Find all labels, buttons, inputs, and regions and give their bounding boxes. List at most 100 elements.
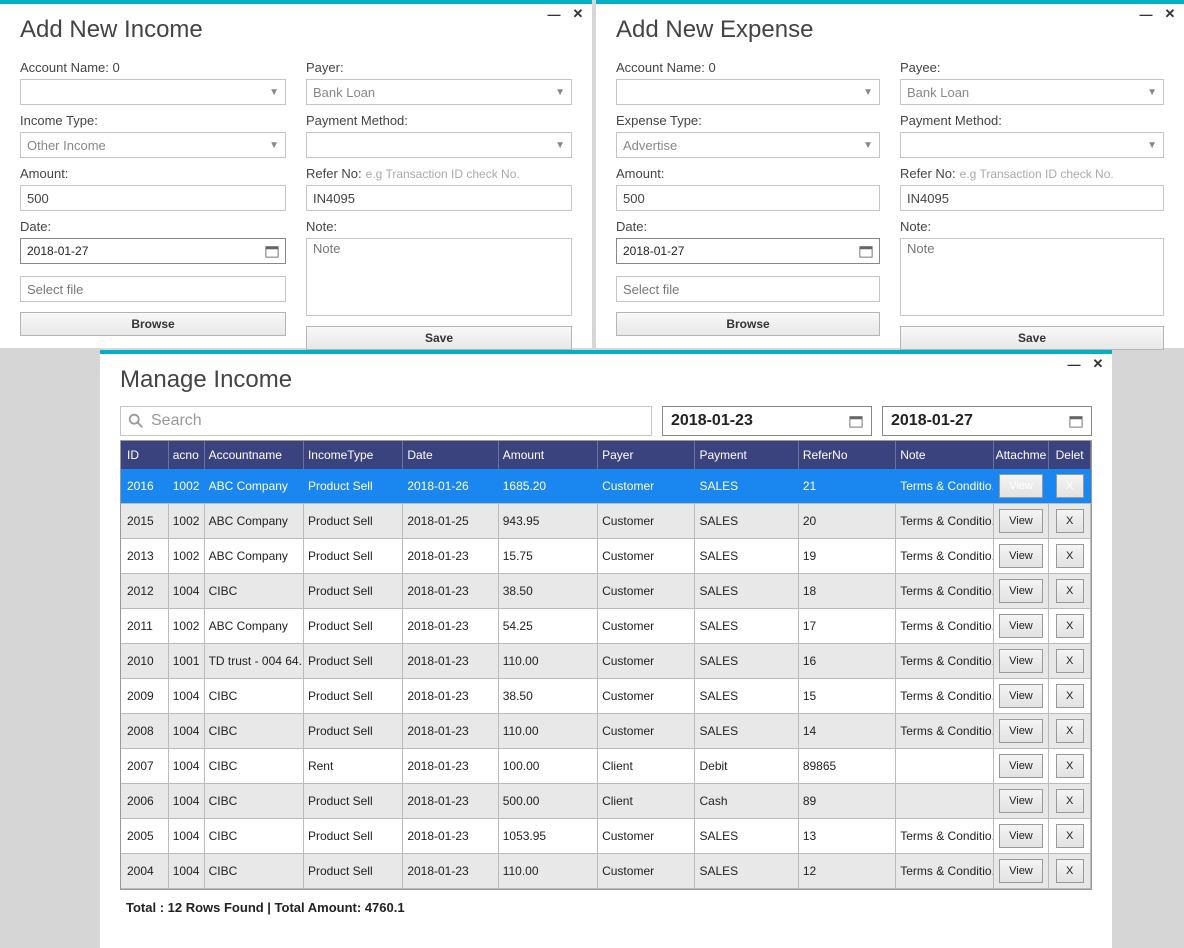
delete-button[interactable]: X — [1056, 614, 1084, 638]
minimize-button[interactable]: — — [1138, 6, 1154, 22]
table-row[interactable]: 20091004CIBCProduct Sell2018-01-2338.50C… — [121, 679, 1091, 714]
delete-button[interactable]: X — [1056, 684, 1084, 708]
view-button[interactable]: View — [999, 509, 1043, 533]
col-acno[interactable]: acno — [169, 441, 205, 469]
payer-combo[interactable]: Bank Loan▼ — [306, 79, 572, 105]
income-type-combo[interactable]: Other Income▼ — [20, 132, 286, 158]
cell-payer: Customer — [598, 714, 695, 748]
amount-input[interactable] — [616, 185, 880, 211]
delete-button[interactable]: X — [1056, 859, 1084, 883]
cell-note: Terms & Conditio... — [896, 819, 993, 853]
search-input[interactable]: Search — [120, 406, 652, 436]
col-incometype[interactable]: IncomeType — [304, 441, 403, 469]
account-name-combo[interactable]: ▼ — [20, 79, 286, 105]
view-button[interactable]: View — [999, 474, 1043, 498]
close-button[interactable]: ✕ — [1162, 6, 1178, 22]
payment-method-combo[interactable]: ▼ — [306, 132, 572, 158]
cell-accountname: CIBC — [205, 749, 304, 783]
expense-type-combo[interactable]: Advertise▼ — [616, 132, 880, 158]
col-referno[interactable]: ReferNo — [799, 441, 896, 469]
browse-button[interactable]: Browse — [616, 312, 880, 336]
view-button[interactable]: View — [999, 789, 1043, 813]
table-row[interactable]: 20161002ABC CompanyProduct Sell2018-01-2… — [121, 469, 1091, 504]
close-button[interactable]: ✕ — [1090, 356, 1106, 372]
save-button[interactable]: Save — [306, 326, 572, 350]
delete-button[interactable]: X — [1056, 824, 1084, 848]
account-name-combo[interactable]: ▼ — [616, 79, 880, 105]
note-textarea[interactable] — [900, 238, 1164, 316]
table-row[interactable]: 20051004CIBCProduct Sell2018-01-231053.9… — [121, 819, 1091, 854]
cell-delete: X — [1049, 469, 1091, 503]
col-id[interactable]: ID — [121, 441, 169, 469]
cell-payer: Customer — [598, 574, 695, 608]
payment-method-combo[interactable]: ▼ — [900, 132, 1164, 158]
cell-id: 2004 — [121, 854, 169, 888]
table-row[interactable]: 20081004CIBCProduct Sell2018-01-23110.00… — [121, 714, 1091, 749]
cell-accountname: CIBC — [205, 714, 304, 748]
table-row[interactable]: 20151002ABC CompanyProduct Sell2018-01-2… — [121, 504, 1091, 539]
date-input[interactable]: 2018-01-27 — [20, 238, 286, 264]
cell-amount: 15.75 — [499, 539, 598, 573]
minimize-button[interactable]: — — [546, 6, 562, 22]
delete-button[interactable]: X — [1056, 509, 1084, 533]
cell-amount: 100.00 — [499, 749, 598, 783]
view-button[interactable]: View — [999, 649, 1043, 673]
table-row[interactable]: 20121004CIBCProduct Sell2018-01-2338.50C… — [121, 574, 1091, 609]
col-amount[interactable]: Amount — [499, 441, 598, 469]
table-row[interactable]: 20041004CIBCProduct Sell2018-01-23110.00… — [121, 854, 1091, 889]
view-button[interactable]: View — [999, 859, 1043, 883]
cell-delete: X — [1049, 749, 1091, 783]
col-attachment[interactable]: Attachme — [994, 441, 1050, 469]
view-button[interactable]: View — [999, 684, 1043, 708]
delete-button[interactable]: X — [1056, 649, 1084, 673]
date-to-input[interactable]: 2018-01-27 — [882, 406, 1092, 436]
view-button[interactable]: View — [999, 824, 1043, 848]
col-delete[interactable]: Delet — [1049, 441, 1091, 469]
cell-amount: 110.00 — [499, 714, 598, 748]
view-button[interactable]: View — [999, 614, 1043, 638]
cell-note: Terms & Conditio... — [896, 854, 993, 888]
col-payment[interactable]: Payment — [695, 441, 798, 469]
table-row[interactable]: 20131002ABC CompanyProduct Sell2018-01-2… — [121, 539, 1091, 574]
refer-no-input[interactable] — [900, 185, 1164, 211]
cell-id: 2012 — [121, 574, 169, 608]
delete-button[interactable]: X — [1056, 754, 1084, 778]
note-textarea[interactable] — [306, 238, 572, 316]
save-button[interactable]: Save — [900, 326, 1164, 350]
payee-combo[interactable]: Bank Loan▼ — [900, 79, 1164, 105]
cell-amount: 500.00 — [499, 784, 598, 818]
view-button[interactable]: View — [999, 544, 1043, 568]
view-button[interactable]: View — [999, 754, 1043, 778]
table-row[interactable]: 20101001TD trust - 004 64...Product Sell… — [121, 644, 1091, 679]
amount-label: Amount: — [20, 166, 286, 181]
date-from-input[interactable]: 2018-01-23 — [662, 406, 872, 436]
col-note[interactable]: Note — [896, 441, 993, 469]
cell-acno: 1004 — [169, 679, 205, 713]
col-date[interactable]: Date — [403, 441, 498, 469]
delete-button[interactable]: X — [1056, 544, 1084, 568]
minimize-button[interactable]: — — [1066, 356, 1082, 372]
date-input[interactable]: 2018-01-27 — [616, 238, 880, 264]
col-payer[interactable]: Payer — [598, 441, 695, 469]
delete-button[interactable]: X — [1056, 789, 1084, 813]
col-accountname[interactable]: Accountname — [205, 441, 304, 469]
view-button[interactable]: View — [999, 579, 1043, 603]
cell-payment: SALES — [695, 504, 798, 538]
delete-button[interactable]: X — [1056, 579, 1084, 603]
table-row[interactable]: 20061004CIBCProduct Sell2018-01-23500.00… — [121, 784, 1091, 819]
file-input[interactable] — [20, 276, 286, 302]
table-row[interactable]: 20111002ABC CompanyProduct Sell2018-01-2… — [121, 609, 1091, 644]
delete-button[interactable]: X — [1056, 719, 1084, 743]
cell-note: Terms & Conditio... — [896, 714, 993, 748]
delete-button[interactable]: X — [1056, 474, 1084, 498]
amount-input[interactable] — [20, 185, 286, 211]
cell-attachment: View — [994, 679, 1050, 713]
refer-no-input[interactable] — [306, 185, 572, 211]
cell-id: 2011 — [121, 609, 169, 643]
date-label: Date: — [20, 219, 286, 234]
file-input[interactable] — [616, 276, 880, 302]
browse-button[interactable]: Browse — [20, 312, 286, 336]
table-row[interactable]: 20071004CIBCRent2018-01-23100.00ClientDe… — [121, 749, 1091, 784]
view-button[interactable]: View — [999, 719, 1043, 743]
close-button[interactable]: ✕ — [570, 6, 586, 22]
